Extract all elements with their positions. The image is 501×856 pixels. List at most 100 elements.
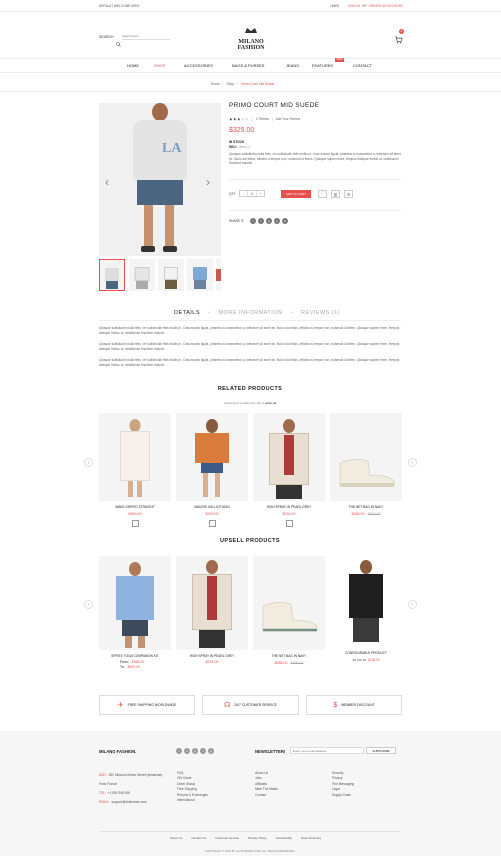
related-hint-text: Check items to add to the cart or [223, 401, 265, 405]
product-name[interactable]: SPRITE YOGA COMPANION KIT [99, 654, 171, 658]
footer-col-3: Security Privacy Text Messaging Legal Su… [332, 771, 354, 798]
sign-in-link[interactable]: SIGN IN [348, 4, 360, 8]
email-icon[interactable]: ✉ [344, 190, 353, 198]
sku-label: SKU: [229, 145, 237, 149]
product-card-image[interactable] [253, 556, 325, 650]
logo-crown-icon [245, 28, 257, 33]
image-next-arrow[interactable]: › [206, 175, 210, 189]
wishlist-icon[interactable]: ♡ [318, 190, 327, 198]
footer-bottom-link[interactable]: Accessibility [276, 836, 292, 840]
related-checkbox[interactable] [286, 520, 293, 527]
divider [0, 91, 501, 92]
product-title: PRIMO COURT MID SUEDE [229, 102, 320, 109]
select-all-link[interactable]: select all [265, 401, 276, 405]
add-to-cart-button[interactable]: ADD TO CART [281, 190, 311, 198]
pinterest-icon[interactable]: p [192, 748, 198, 754]
product-card-image[interactable] [176, 556, 248, 650]
newsletter-email-input[interactable] [290, 747, 364, 754]
product-name[interactable]: THE NET BAG IN NAVY [253, 654, 325, 658]
breadcrumb-home[interactable]: Home [211, 82, 220, 86]
create-account-link[interactable]: CREATE AN ACCOUNT [369, 4, 403, 8]
qty-input[interactable]: 1 [247, 191, 257, 196]
search-input[interactable] [122, 33, 170, 40]
thumbnail-5[interactable] [216, 259, 221, 291]
service-member-discount: $ MEMBER DISCOUNT [306, 695, 402, 715]
nav-item-accessories[interactable]: ACCESSORIES [184, 63, 213, 68]
image-prev-arrow[interactable]: ‹ [105, 175, 109, 189]
related-prev-arrow[interactable]: ‹ [84, 458, 93, 467]
related-checkbox[interactable] [132, 520, 139, 527]
upsell-next-arrow[interactable]: › [408, 600, 417, 609]
product-main-image[interactable]: LA [99, 103, 221, 256]
linkedin-icon[interactable]: in [282, 218, 288, 224]
skype-icon[interactable]: s [184, 748, 190, 754]
breadcrumb-shop[interactable]: Shop [227, 82, 234, 86]
footer-bottom-link[interactable]: About Us [170, 836, 182, 840]
facebook-icon[interactable]: f [250, 218, 256, 224]
related-next-arrow[interactable]: › [408, 458, 417, 467]
footer-bottom-link[interactable]: Contact Us [191, 836, 206, 840]
share-icons: f t g p in [250, 218, 288, 224]
compare-icon[interactable]: ▥ [331, 190, 340, 198]
footer-link[interactable]: Contact [255, 793, 278, 798]
footer-link[interactable]: Meet The Maker [255, 787, 278, 792]
product-name[interactable]: CONFIGURABLE PRODUCT [330, 651, 402, 655]
review-count-link[interactable]: 1 Review [256, 117, 269, 121]
thumbnail-4[interactable] [187, 259, 213, 291]
add-review-link[interactable]: Add Your Review [276, 117, 300, 121]
product-card-image[interactable] [330, 413, 402, 501]
qty-increase-button[interactable]: + [257, 191, 264, 196]
related-products-title: RELATED PRODUCTS [217, 386, 283, 392]
subscribe-button[interactable]: SUBSCRIBE [366, 747, 396, 754]
thumbnail-1[interactable] [99, 259, 125, 291]
google-icon[interactable]: g [266, 218, 272, 224]
address-value: 282 Milanow Mimer Street (Ismaniate) [108, 773, 163, 777]
tab-more-information[interactable]: MORE INFORMATION [218, 310, 282, 316]
footer-bottom-link[interactable]: Customer Service [215, 836, 239, 840]
twitter-icon[interactable]: t [176, 748, 182, 754]
footer-link[interactable]: Supply Chain [332, 793, 354, 798]
star-icon: ★ [245, 117, 249, 121]
footer-link[interactable]: International [177, 798, 208, 803]
product-card-image[interactable] [176, 413, 248, 501]
nav-item-bags-purses[interactable]: BAGS & PURSES [232, 63, 264, 68]
search-icon[interactable] [116, 34, 121, 47]
thumbnail-2[interactable] [129, 259, 155, 291]
product-name[interactable]: MAURIS SOLLICITUDIN [176, 505, 248, 509]
nav-item-home[interactable]: HOME [127, 63, 139, 68]
tel-label: TEL: [99, 791, 106, 795]
service-label: 24/7 CUSTOMER SERVICE [234, 703, 277, 707]
product-name[interactable]: HIGH SPRAY IN PEARL GREY [176, 654, 248, 658]
nav-item-jeans[interactable]: JEANS [286, 63, 299, 68]
pinterest-icon[interactable]: p [274, 218, 280, 224]
product-name[interactable]: HIGH SPRAY IN PEARL GREY [253, 505, 325, 509]
product-name[interactable]: WAKE GRIPED STRAIGHT [99, 505, 171, 509]
nav-item-features[interactable]: FEATURES [312, 63, 333, 68]
footer-bottom-link[interactable]: Privacy Policy [248, 836, 267, 840]
related-hint: Check items to add to the cart or select… [150, 401, 350, 405]
tab-details[interactable]: DETAILS [174, 310, 200, 316]
tab-reviews[interactable]: REVIEWS (1) [301, 310, 340, 316]
nav-item-shop[interactable]: SHOP [154, 63, 165, 68]
product-price: $234.00 [205, 660, 219, 664]
product-card-image[interactable] [253, 413, 325, 501]
qty-decrease-button[interactable]: - [240, 191, 247, 196]
from-label: From: [120, 660, 129, 664]
facebook-icon[interactable]: f [200, 748, 206, 754]
product-name[interactable]: THE NET BAG IN NAVY [330, 505, 402, 509]
product-card-image[interactable] [330, 556, 402, 650]
service-customer-service: ☊ 24/7 CUSTOMER SERVICE [202, 695, 299, 715]
nav-item-contact[interactable]: CONTACT [353, 63, 372, 68]
related-checkbox[interactable] [209, 520, 216, 527]
twitter-icon[interactable]: t [258, 218, 264, 224]
thumbnail-3[interactable] [158, 259, 184, 291]
product-card-image[interactable] [99, 556, 171, 650]
google-icon[interactable]: g [208, 748, 214, 754]
product-card-image[interactable] [99, 413, 171, 501]
headphones-icon: ☊ [224, 702, 231, 709]
upsell-prev-arrow[interactable]: ‹ [84, 600, 93, 609]
product-old-price: $300.00 [290, 661, 304, 665]
links-menu[interactable]: LINKS [330, 4, 339, 8]
site-logo[interactable]: MILANO FASHION [233, 21, 269, 51]
footer-bottom-link[interactable]: Store Directory [301, 836, 321, 840]
